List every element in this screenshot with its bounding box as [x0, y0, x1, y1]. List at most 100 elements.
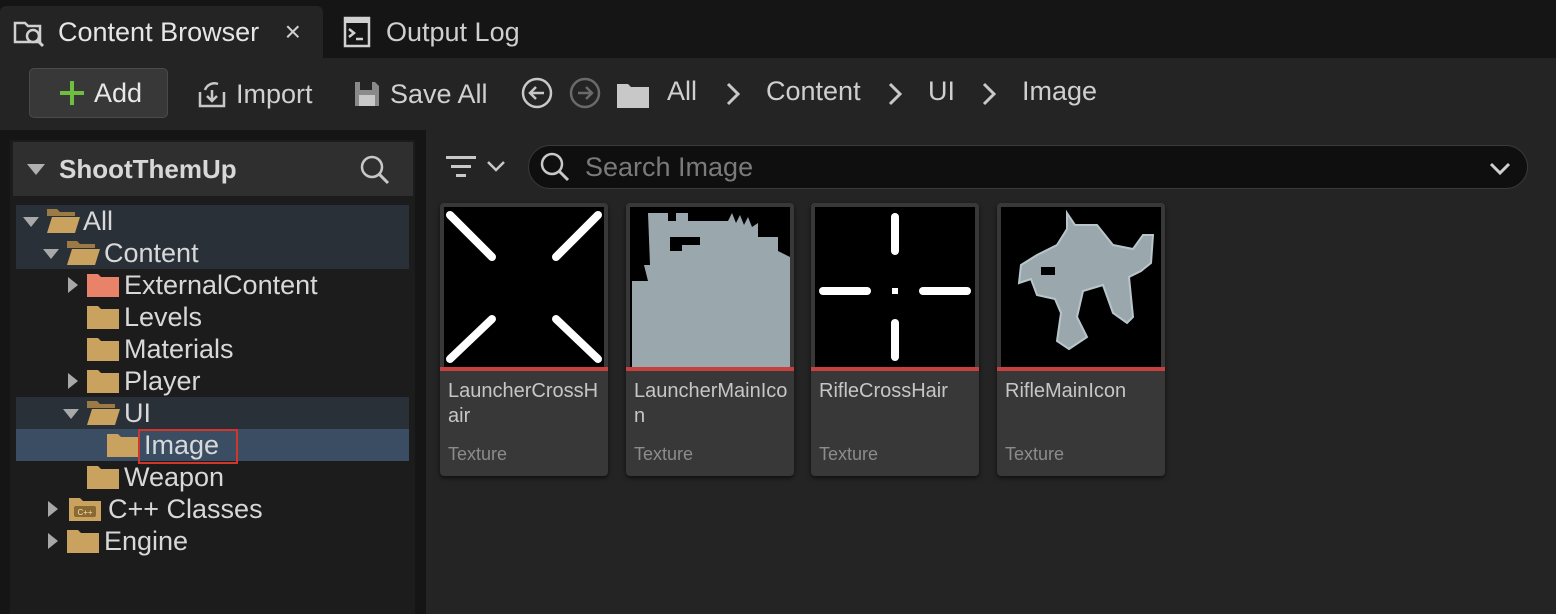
folder-icon — [67, 530, 99, 553]
import-icon — [198, 82, 226, 108]
forward-icon[interactable] — [568, 76, 602, 110]
asset-type-bar — [626, 367, 794, 371]
cpp-folder-icon: C++ — [69, 498, 101, 521]
project-title: ShootThemUp — [59, 153, 237, 184]
rifle-main-icon-thumbnail — [1017, 209, 1155, 351]
tab-content-browser[interactable]: Content Browser × — [0, 6, 323, 58]
asset-type-bar — [440, 367, 608, 371]
open-folder-icon — [87, 401, 120, 425]
asset-type-bar — [811, 367, 979, 371]
triangle-right-icon[interactable] — [44, 532, 62, 550]
close-icon[interactable]: × — [285, 16, 301, 48]
tree-label: Content — [104, 237, 199, 268]
thumbnail — [1001, 207, 1161, 367]
tree-label: Engine — [104, 525, 189, 556]
thumbnail — [815, 207, 975, 367]
folder-icon — [87, 370, 119, 393]
breadcrumb-content[interactable]: Content — [766, 76, 861, 107]
tree-item-all[interactable]: All — [16, 205, 409, 237]
folder-icon — [87, 274, 119, 297]
tree-label: Levels — [124, 301, 203, 332]
asset-name: LauncherMainIcon — [634, 380, 788, 427]
tab-label: Content Browser — [58, 16, 260, 47]
tab-output-log[interactable]: Output Log — [326, 6, 556, 58]
triangle-down-icon[interactable] — [62, 405, 80, 423]
content-browser-icon — [13, 21, 45, 48]
tree-item-externalcontent[interactable]: ExternalContent — [16, 269, 409, 301]
rifle-crosshair-thumbnail — [819, 213, 971, 361]
triangle-right-icon[interactable] — [44, 500, 62, 518]
tree-label: C++ Classes — [108, 493, 263, 524]
tree-item-cpp-classes[interactable]: C++ C++ Classes — [16, 493, 409, 525]
asset-tile[interactable]: RifleMainIcon Texture — [997, 203, 1165, 476]
asset-type: Texture — [634, 444, 694, 464]
folder-icon — [107, 434, 139, 457]
folder-icon — [617, 84, 649, 108]
tree-item-engine[interactable]: Engine — [16, 525, 409, 557]
triangle-down-icon[interactable] — [22, 213, 40, 231]
thumbnail — [630, 207, 790, 367]
launcher-crosshair-thumbnail — [446, 211, 602, 363]
tree-label: UI — [124, 397, 151, 428]
output-log-icon — [343, 16, 371, 48]
cpp-badge: C++ — [77, 508, 92, 517]
tree-item-ui[interactable]: UI — [16, 397, 409, 429]
filter-icon[interactable] — [446, 152, 510, 182]
tree-label: Player — [124, 365, 201, 396]
save-all-button[interactable]: Save All — [352, 72, 488, 116]
tab-label: Output Log — [386, 16, 520, 47]
add-button[interactable]: Add — [29, 68, 168, 118]
panel-divider[interactable] — [416, 130, 426, 614]
asset-name: RifleMainIcon — [1005, 380, 1127, 402]
save-icon — [355, 82, 379, 106]
asset-tile[interactable]: RifleCrossHair Texture — [811, 203, 979, 476]
breadcrumb-ui[interactable]: UI — [928, 76, 955, 107]
search-icon[interactable] — [359, 154, 391, 186]
open-folder-icon — [47, 209, 80, 233]
breadcrumb-all[interactable]: All — [667, 76, 697, 107]
asset-name: RifleCrossHair — [819, 380, 948, 402]
tree-label: Materials — [124, 333, 234, 364]
chevron-right-icon[interactable] — [886, 78, 906, 110]
tree-item-content[interactable]: Content — [16, 237, 409, 269]
asset-type: Texture — [819, 444, 879, 464]
selection-highlight — [138, 429, 238, 464]
launcher-main-icon-thumbnail — [632, 213, 790, 367]
asset-type: Texture — [1005, 444, 1065, 464]
chevron-down-icon[interactable] — [1489, 158, 1511, 178]
triangle-down-icon[interactable] — [42, 245, 60, 263]
folder-icon — [87, 306, 119, 329]
asset-tile[interactable]: LauncherMainIcon Texture — [626, 203, 794, 476]
tab-bar: Content Browser × Output Log — [0, 0, 1556, 58]
tree-label: Weapon — [124, 461, 225, 492]
import-label: Import — [236, 78, 313, 109]
folder-icon — [87, 338, 119, 361]
asset-tile[interactable]: LauncherCrossHair Texture — [440, 203, 608, 476]
triangle-right-icon[interactable] — [64, 372, 82, 390]
add-label: Add — [94, 77, 143, 108]
folder-icon — [87, 466, 119, 489]
sources-header[interactable]: ShootThemUp — [13, 142, 413, 196]
import-button[interactable]: Import — [196, 72, 313, 116]
search-input[interactable] — [585, 151, 1465, 183]
breadcrumb-image[interactable]: Image — [1022, 76, 1097, 107]
triangle-right-icon[interactable] — [64, 276, 82, 294]
asset-type: Texture — [448, 444, 508, 464]
tree-item-levels[interactable]: Levels — [16, 301, 409, 333]
save-all-label: Save All — [390, 78, 488, 109]
open-folder-icon — [67, 241, 100, 265]
chevron-right-icon[interactable] — [980, 78, 1000, 110]
toolbar: Add Import Save All All Content UI Image — [0, 58, 1556, 130]
search-icon — [540, 152, 570, 182]
tree-label: ExternalContent — [124, 269, 318, 300]
triangle-down-icon[interactable] — [27, 162, 45, 176]
asset-type-bar — [997, 367, 1165, 371]
tree-item-materials[interactable]: Materials — [16, 333, 409, 365]
asset-name: LauncherCrossHair — [448, 380, 599, 427]
tree-item-player[interactable]: Player — [16, 365, 409, 397]
chevron-right-icon[interactable] — [724, 78, 744, 110]
search-box[interactable] — [528, 145, 1528, 189]
tree-item-weapon[interactable]: Weapon — [16, 461, 409, 493]
back-icon[interactable] — [520, 76, 554, 110]
plus-icon — [60, 81, 84, 105]
